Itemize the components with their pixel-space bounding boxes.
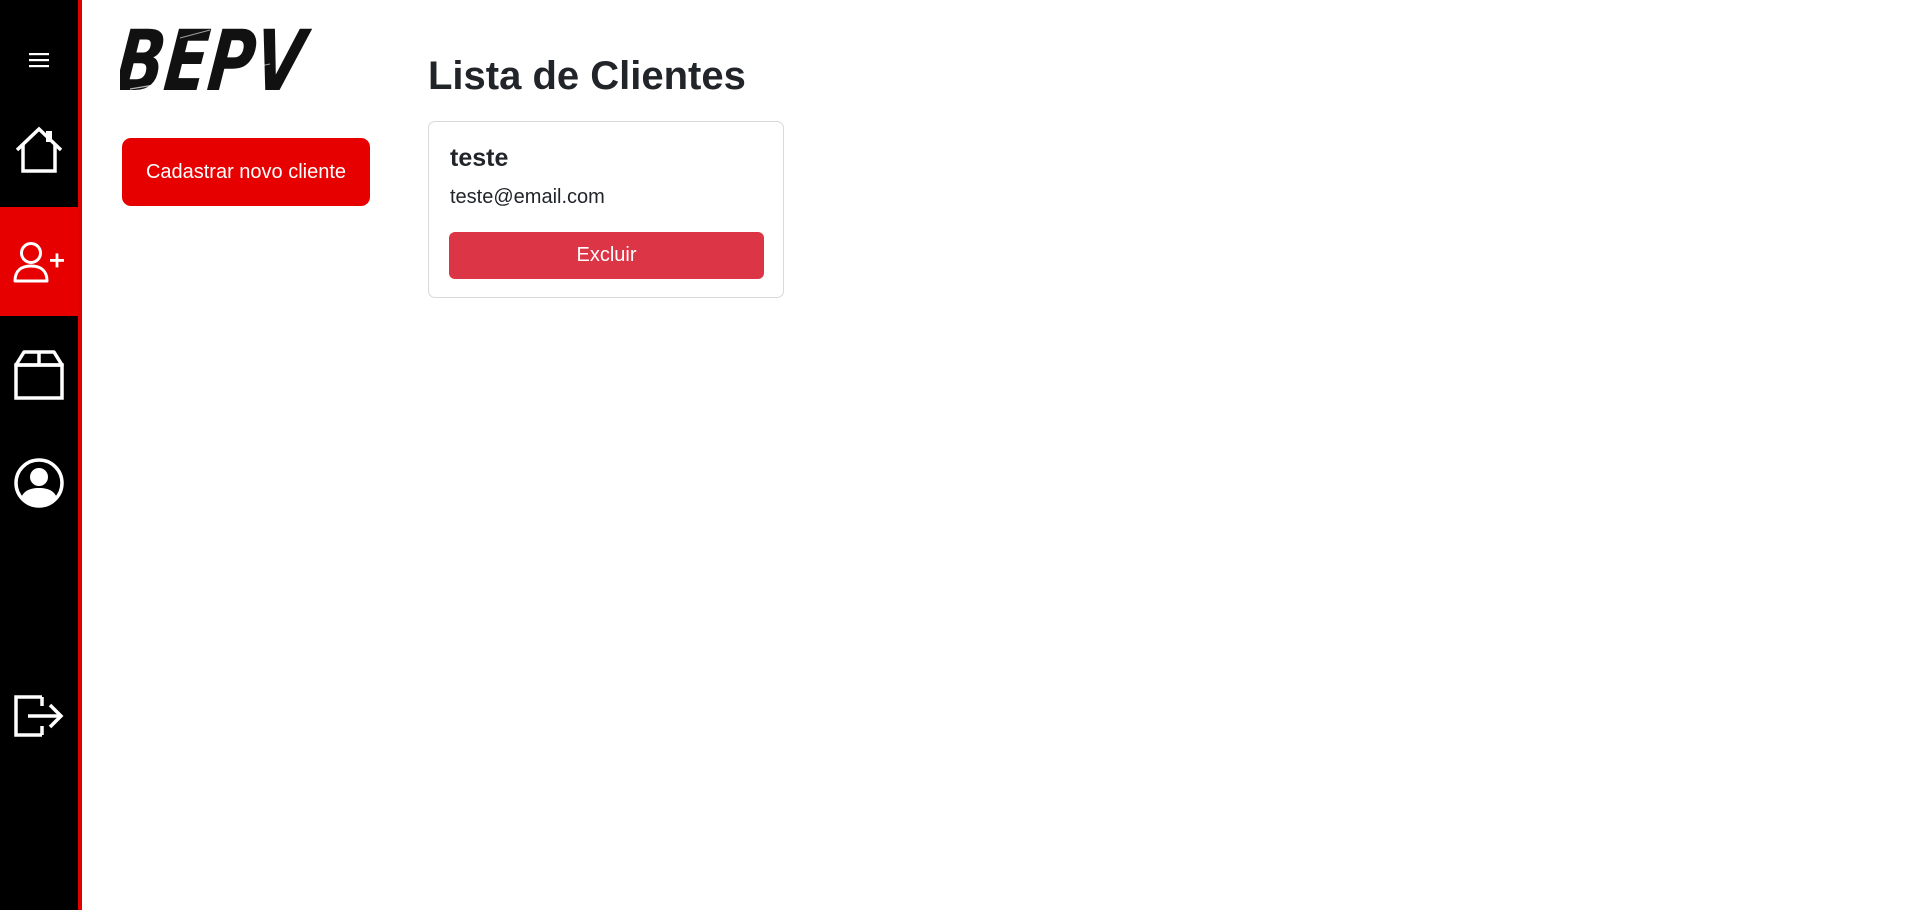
client-name: teste — [450, 144, 509, 172]
sidebar-item-clients[interactable] — [0, 207, 78, 316]
sidebar-item-home[interactable] — [0, 110, 78, 190]
delete-client-button[interactable]: Excluir — [449, 232, 764, 279]
add-user-icon — [13, 241, 64, 282]
sidebar-item-products[interactable] — [0, 335, 78, 415]
page-title: Lista de Clientes — [428, 54, 746, 98]
sidebar — [0, 0, 82, 910]
app-root: BEPV Cadastrar novo cliente Lista de Cli… — [0, 0, 1910, 910]
svg-text:BEPV: BEPV — [120, 12, 314, 98]
client-email: teste@email.com — [450, 186, 605, 208]
sidebar-item-profile[interactable] — [0, 443, 78, 523]
box-icon — [14, 350, 64, 400]
logout-icon — [14, 695, 64, 737]
sidebar-item-logout[interactable] — [0, 676, 78, 756]
new-client-button[interactable]: Cadastrar novo cliente — [122, 138, 370, 206]
brand-logo: BEPV — [111, 10, 325, 110]
home-icon — [15, 126, 63, 173]
sidebar-menu-toggle[interactable] — [0, 30, 78, 90]
client-card: teste teste@email.com Excluir — [428, 121, 784, 298]
user-circle-icon — [14, 458, 64, 508]
menu-icon — [29, 53, 49, 68]
